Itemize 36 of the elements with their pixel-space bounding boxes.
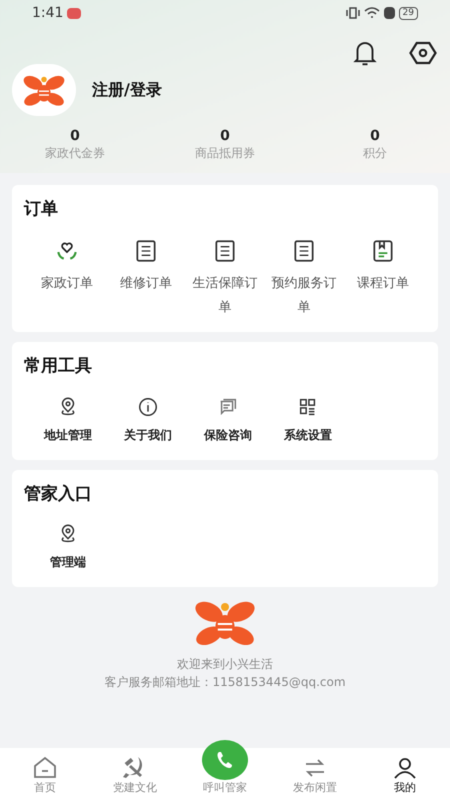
brand-logo xyxy=(193,599,257,647)
email-text: 客户服务邮箱地址：1158153445@qq.com xyxy=(104,674,346,691)
section-title: 管家入口 xyxy=(24,482,93,506)
stat-value: 0 xyxy=(220,128,230,146)
vibrate-icon xyxy=(346,7,360,19)
menu-item[interactable]: 维修订单 xyxy=(111,238,181,320)
stat-value: 0 xyxy=(70,128,80,146)
section-title: 常用工具 xyxy=(24,355,93,378)
battery-indicator: 29 xyxy=(398,6,418,20)
wifi-icon xyxy=(364,7,380,19)
menu-item[interactable]: 课程订单 xyxy=(348,238,418,320)
user-icon xyxy=(392,756,418,780)
logo-icon xyxy=(22,74,66,106)
menu-item[interactable]: 保险咨询 xyxy=(188,396,268,444)
section-title: 订单 xyxy=(24,198,59,220)
menu-item[interactable]: 地址管理 xyxy=(28,396,108,444)
menu-item[interactable]: 系统设置 xyxy=(268,396,348,444)
notification-icon xyxy=(67,8,82,18)
menu-item[interactable]: 家政订单 xyxy=(32,238,102,320)
welcome-text: 欢迎来到小兴生活 xyxy=(177,656,273,673)
home-icon xyxy=(32,756,58,780)
tab-item[interactable]: 党建文化 xyxy=(95,754,175,796)
menu-item[interactable]: 预约服务订单 xyxy=(269,238,339,320)
tab-item[interactable]: 首页 xyxy=(5,756,85,796)
stat-value: 0 xyxy=(370,128,380,146)
info-icon xyxy=(137,396,159,418)
login-link[interactable]: 注册/登录 xyxy=(92,78,162,102)
alert-icon xyxy=(384,7,395,19)
avatar[interactable] xyxy=(12,64,76,116)
menu-item[interactable]: 管理端 xyxy=(28,523,108,571)
tab-item[interactable]: 我的 xyxy=(365,756,445,796)
tab-item[interactable]: 呼叫管家 xyxy=(185,740,265,796)
menu-item[interactable]: 关于我们 xyxy=(108,396,188,444)
menu-item[interactable]: 生活保障订单 xyxy=(190,238,260,320)
status-time: 1:41 xyxy=(32,4,64,22)
tab-item[interactable]: 发布闲置 xyxy=(275,756,355,796)
